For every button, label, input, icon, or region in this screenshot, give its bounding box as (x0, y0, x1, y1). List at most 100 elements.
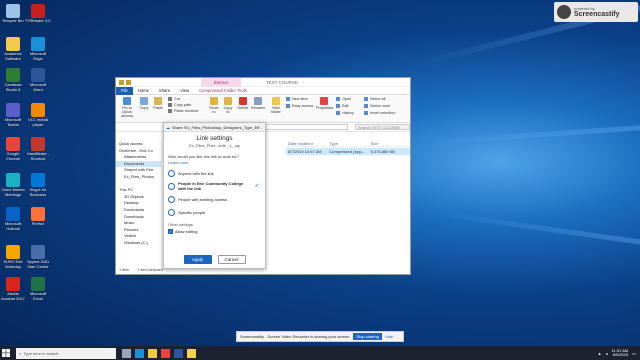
nav-item[interactable]: OneDrive - Erie Co (116, 148, 161, 155)
column-date-modified[interactable]: Date modified (286, 140, 327, 146)
desktop-icon[interactable]: FSReader 3.0 (25, 4, 51, 24)
new-item-button[interactable]: New item (286, 97, 308, 101)
nav-item[interactable]: Documents (116, 160, 161, 168)
hide-button[interactable]: Hide (385, 334, 393, 339)
cut-button[interactable]: Cut (168, 97, 180, 101)
task-view-icon[interactable] (122, 348, 131, 358)
desktop-icon[interactable]: VLC media player (25, 103, 51, 127)
desktop-icon[interactable]: Google Chrome (0, 137, 26, 161)
edit-button[interactable]: Edit (336, 104, 349, 108)
notifications-icon[interactable]: ▭ (632, 351, 636, 356)
search-input[interactable]: Search TEST COURSE (355, 124, 410, 130)
desktop-icon[interactable]: HandBrake - Shortcut (25, 137, 51, 161)
desktop-icon[interactable]: SUNY Erie Workday (0, 245, 26, 269)
column-type[interactable]: Type (327, 140, 368, 146)
history-button[interactable]: History (336, 111, 354, 115)
desktop-icon[interactable]: Microsoft Excel (25, 277, 51, 301)
desktop-icon[interactable]: Camtasia Studio 8 (0, 68, 26, 92)
column-headers: Date modified Type Size (286, 140, 410, 147)
tab-compressed-folder-tools[interactable]: Compressed Folder Tools (194, 87, 252, 95)
nav-item[interactable]: Windows (C:) (116, 240, 161, 247)
shortcut-icon (168, 109, 172, 113)
tab-file[interactable]: File (116, 86, 133, 95)
dialog-header: ☁ Share 'Ex_Files_Photoshop_Designers_Ty… (164, 123, 265, 132)
network-icon[interactable]: ▲ (598, 351, 602, 356)
desktop-icon[interactable]: Microsoft Outlook (0, 207, 26, 231)
volume-icon[interactable]: ◂ (606, 351, 608, 356)
copy-button[interactable]: Copy (138, 97, 150, 110)
nav-item[interactable]: Quick access (116, 141, 161, 148)
nav-item[interactable]: Documents (116, 207, 161, 214)
delete-button[interactable]: Delete (237, 97, 249, 110)
desktop-icon[interactable]: Microsoft Teams (0, 103, 26, 127)
option-organization[interactable]: People in Erie Community College with th… (168, 181, 261, 191)
nav-item[interactable]: Shared with Erie (116, 167, 161, 174)
open-button[interactable]: Open (336, 97, 351, 101)
desktop-icon[interactable]: Recycle Bin (0, 4, 26, 24)
chrome-icon[interactable] (161, 348, 170, 358)
nav-item[interactable]: Music (116, 220, 161, 227)
desktop-icon[interactable]: Skype for Business (25, 173, 51, 197)
desktop-icon[interactable]: Microsoft Edge (25, 37, 51, 61)
folder-icon (6, 37, 20, 51)
desktop-icon[interactable]: Firefox (25, 207, 51, 227)
option-anyone[interactable]: Anyone with the link (168, 168, 261, 178)
tab-share[interactable]: Share (154, 87, 175, 95)
move-to-button[interactable]: Move to (208, 97, 220, 114)
nav-item[interactable]: Attachments (116, 154, 161, 161)
invert-selection-button[interactable]: Invert selection (364, 111, 396, 115)
stop-sharing-button[interactable]: Stop sharing (353, 333, 382, 340)
easy-access-button[interactable]: Easy access (286, 104, 313, 108)
nav-item[interactable]: 3D Objects (116, 194, 161, 201)
desktop-icon[interactable]: Cisco Webex Meetings (0, 173, 26, 197)
learn-more-link[interactable]: Learn more (168, 160, 265, 165)
nav-item[interactable]: Desktop (116, 200, 161, 207)
allow-editing-checkbox[interactable]: ✓ Allow editing (168, 229, 265, 234)
desktop-icon[interactable]: Spybot-S&D Start Center (25, 245, 51, 269)
status-item-count: 1 item (119, 268, 130, 272)
copy-path-button[interactable]: Copy path (168, 103, 191, 107)
tab-view[interactable]: View (175, 87, 194, 95)
paste-shortcut-button[interactable]: Paste shortcut (168, 109, 198, 113)
navigation-pane: Quick access OneDrive - Erie Co Attachment… (116, 141, 162, 266)
nav-item[interactable]: Downloads (116, 214, 161, 221)
file-explorer-icon[interactable] (148, 348, 157, 358)
new-folder-button[interactable]: New folder (269, 97, 283, 114)
folder-icon (126, 79, 131, 85)
cancel-button[interactable]: Cancel (217, 255, 246, 264)
select-all-button[interactable]: Select all (364, 97, 385, 101)
nav-item[interactable]: This PC (116, 187, 161, 194)
clock[interactable]: 11:01 AM 8/9/2019 (612, 348, 629, 358)
word-icon[interactable] (174, 348, 183, 358)
start-button[interactable] (0, 346, 12, 360)
copy-to-icon (224, 97, 232, 105)
badge-big-text: Screencastify (574, 11, 620, 18)
vlc-icon (31, 103, 45, 117)
word-icon (31, 68, 45, 82)
desktop-icon-label: SUNY Erie Workday (3, 259, 23, 269)
copy-to-button[interactable]: Copy to (222, 97, 234, 114)
properties-button[interactable]: Properties (316, 97, 333, 110)
select-all-icon (364, 97, 368, 101)
nav-item[interactable]: Ex_Files_Photos (116, 174, 161, 181)
nav-item[interactable]: Pictures (116, 227, 161, 234)
option-existing-access[interactable]: People with existing access (168, 194, 261, 204)
select-none-button[interactable]: Select none (364, 104, 390, 108)
tab-home[interactable]: Home (133, 87, 154, 95)
rename-button[interactable]: Rename (251, 97, 265, 110)
column-size[interactable]: Size (369, 140, 410, 146)
desktop-icon[interactable]: Academic Software (0, 37, 26, 61)
pin-quick-access-button[interactable]: Pin to Quick access (119, 97, 135, 118)
taskbar-search-box[interactable]: ⌕ Type here to search (16, 347, 116, 359)
apply-button[interactable]: Apply (183, 255, 212, 264)
nav-item[interactable]: Videos (116, 233, 161, 240)
paste-button[interactable]: Paste (152, 97, 164, 110)
other-settings-label: Other settings (168, 222, 193, 227)
option-specific-people[interactable]: Specific people (168, 207, 261, 217)
system-tray: ▲ ◂ 11:01 AM 8/9/2019 ▭ (598, 348, 640, 358)
desktop-icon[interactable]: Adobe Acrobat 2017 (0, 277, 26, 301)
edge-icon[interactable] (135, 348, 144, 358)
sticky-icon[interactable] (187, 348, 196, 358)
desktop-icon[interactable]: Microsoft Word (25, 68, 51, 92)
file-row[interactable]: 8/7/2019 10:57 AM Compressed (zipp... 5,… (286, 148, 410, 155)
